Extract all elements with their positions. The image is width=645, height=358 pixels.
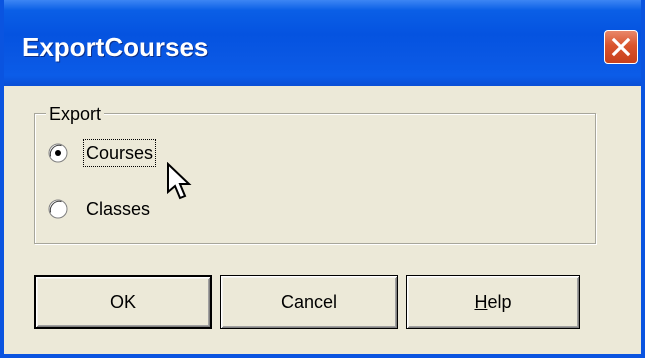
title-bar[interactable]: ExportCourses — [4, 0, 641, 86]
export-group-legend: Export — [46, 104, 105, 124]
radio-label-classes[interactable]: Classes — [84, 196, 152, 222]
radio-button-unselected[interactable] — [48, 199, 68, 219]
window-title: ExportCourses — [22, 32, 209, 62]
ok-button[interactable]: OK — [34, 275, 212, 329]
cancel-button[interactable]: Cancel — [220, 275, 398, 329]
help-button-label: elp — [487, 292, 512, 312]
help-button[interactable]: Help — [406, 275, 580, 329]
radio-button-selected[interactable] — [48, 143, 68, 163]
help-button-mnemonic: H — [474, 292, 488, 312]
export-group-box — [34, 113, 596, 244]
close-icon — [611, 37, 631, 57]
close-button[interactable] — [604, 30, 638, 64]
mouse-pointer-icon — [167, 162, 192, 200]
cancel-button-label: Cancel — [280, 292, 338, 312]
radio-label-courses[interactable]: Courses — [82, 139, 157, 167]
ok-button-label: OK — [109, 292, 136, 312]
